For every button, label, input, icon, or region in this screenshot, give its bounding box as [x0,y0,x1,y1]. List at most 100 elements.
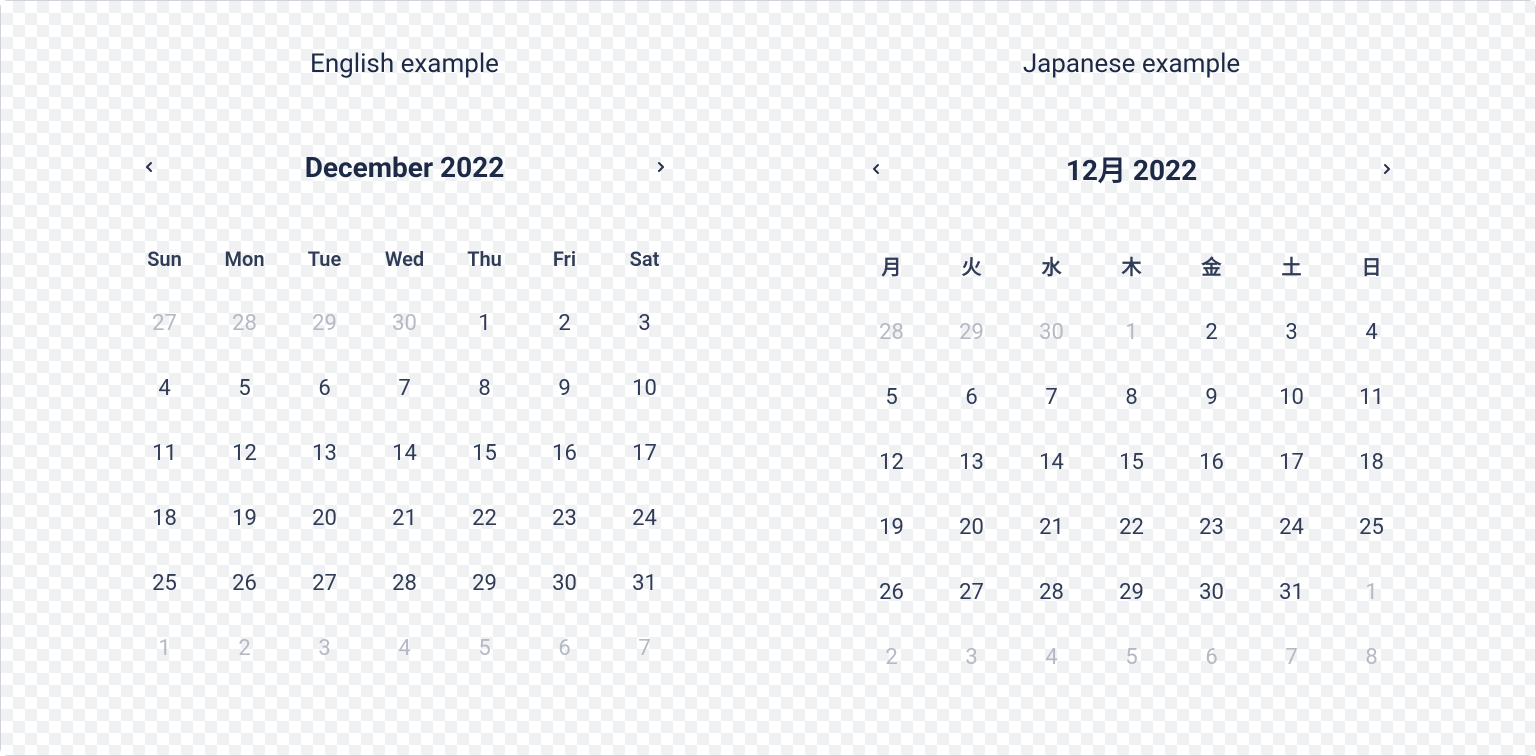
calendar-day[interactable]: 19 [205,486,285,551]
calendar-day[interactable]: 27 [285,551,365,616]
next-month-button[interactable] [1369,151,1405,187]
calendar-panel-japanese: Japanese example 12月 2022 月火水木金土日2829301… [808,49,1455,715]
calendar-grid: 月火水木金土日282930123456789101112131415161718… [852,241,1412,690]
calendar-day[interactable]: 4 [1332,300,1412,365]
calendar-day[interactable]: 24 [1252,495,1332,560]
calendar-day[interactable]: 2 [525,291,605,356]
calendar-day[interactable]: 28 [852,300,932,365]
chevron-right-icon [653,159,669,175]
calendar-day[interactable]: 31 [605,551,685,616]
weekday-header: 水 [1012,241,1092,300]
calendar-day[interactable]: 2 [205,616,285,681]
calendar-day[interactable]: 22 [1092,495,1172,560]
calendar-day[interactable]: 16 [1172,430,1252,495]
calendar-day[interactable]: 26 [205,551,285,616]
calendar-day[interactable]: 18 [125,486,205,551]
calendar-day[interactable]: 20 [932,495,1012,560]
calendar-day[interactable]: 8 [1332,625,1412,690]
calendar-day[interactable]: 16 [525,421,605,486]
calendar-day[interactable]: 25 [125,551,205,616]
calendar-day[interactable]: 5 [205,356,285,421]
calendar-day[interactable]: 23 [525,486,605,551]
weekday-header: Thu [445,237,525,291]
prev-month-button[interactable] [858,151,894,187]
calendar-day[interactable]: 8 [445,356,525,421]
calendar-day[interactable]: 3 [285,616,365,681]
calendar-day[interactable]: 24 [605,486,685,551]
calendar-day[interactable]: 5 [1092,625,1172,690]
calendar-day[interactable]: 12 [852,430,932,495]
calendar-day[interactable]: 22 [445,486,525,551]
calendar-grid: SunMonTueWedThuFriSat2728293012345678910… [125,237,685,681]
calendar-day[interactable]: 15 [445,421,525,486]
weekday-header: 土 [1252,241,1332,300]
calendar-day[interactable]: 29 [1092,560,1172,625]
calendar-day[interactable]: 30 [1012,300,1092,365]
calendar-day[interactable]: 29 [445,551,525,616]
calendar-day[interactable]: 30 [1172,560,1252,625]
calendar-day[interactable]: 5 [852,365,932,430]
calendar-day[interactable]: 29 [285,291,365,356]
calendar-day[interactable]: 3 [605,291,685,356]
calendar-day[interactable]: 21 [365,486,445,551]
calendar-day[interactable]: 14 [1012,430,1092,495]
calendar-day[interactable]: 12 [205,421,285,486]
calendar-day[interactable]: 4 [125,356,205,421]
calendar-day[interactable]: 3 [932,625,1012,690]
calendar-day[interactable]: 13 [285,421,365,486]
calendar-day[interactable]: 1 [1332,560,1412,625]
calendar-day[interactable]: 30 [525,551,605,616]
calendar-day[interactable]: 2 [852,625,932,690]
calendar-day[interactable]: 10 [605,356,685,421]
calendar-day[interactable]: 6 [525,616,605,681]
calendar-day[interactable]: 27 [125,291,205,356]
calendar-day[interactable]: 5 [445,616,525,681]
calendar-day[interactable]: 7 [1252,625,1332,690]
calendar-day[interactable]: 19 [852,495,932,560]
calendar-day[interactable]: 2 [1172,300,1252,365]
calendar-day[interactable]: 1 [1092,300,1172,365]
calendar-day[interactable]: 30 [365,291,445,356]
prev-month-button[interactable] [131,149,167,185]
calendar-day[interactable]: 11 [1332,365,1412,430]
calendar-day[interactable]: 25 [1332,495,1412,560]
calendar-day[interactable]: 4 [365,616,445,681]
calendar-day[interactable]: 10 [1252,365,1332,430]
calendar-day[interactable]: 1 [445,291,525,356]
calendar-day[interactable]: 18 [1332,430,1412,495]
calendar-day[interactable]: 14 [365,421,445,486]
calendar-day[interactable]: 17 [1252,430,1332,495]
calendar-day[interactable]: 9 [525,356,605,421]
calendar-day[interactable]: 7 [365,356,445,421]
weekday-header: Sun [125,237,205,291]
calendar-day[interactable]: 13 [932,430,1012,495]
calendar-day[interactable]: 4 [1012,625,1092,690]
calendar-day[interactable]: 23 [1172,495,1252,560]
calendars-container: English example December 2022 SunMonTueW… [1,1,1535,755]
next-month-button[interactable] [643,149,679,185]
calendar-header: December 2022 [125,149,685,185]
calendar-day[interactable]: 29 [932,300,1012,365]
calendar-day[interactable]: 6 [1172,625,1252,690]
calendar-day[interactable]: 17 [605,421,685,486]
example-title-japanese: Japanese example [1023,49,1240,79]
calendar-day[interactable]: 20 [285,486,365,551]
calendar-day[interactable]: 8 [1092,365,1172,430]
calendar-day[interactable]: 1 [125,616,205,681]
calendar-day[interactable]: 28 [205,291,285,356]
calendar-day[interactable]: 28 [1012,560,1092,625]
calendar-day[interactable]: 31 [1252,560,1332,625]
calendar-day[interactable]: 7 [605,616,685,681]
calendar-day[interactable]: 9 [1172,365,1252,430]
calendar-day[interactable]: 3 [1252,300,1332,365]
calendar-day[interactable]: 26 [852,560,932,625]
calendar-day[interactable]: 21 [1012,495,1092,560]
calendar-day[interactable]: 6 [285,356,365,421]
calendar-day[interactable]: 15 [1092,430,1172,495]
calendar-day[interactable]: 28 [365,551,445,616]
calendar-japanese: 12月 2022 月火水木金土日282930123456789101112131… [852,149,1412,690]
calendar-day[interactable]: 7 [1012,365,1092,430]
calendar-day[interactable]: 11 [125,421,205,486]
calendar-day[interactable]: 27 [932,560,1012,625]
calendar-day[interactable]: 6 [932,365,1012,430]
